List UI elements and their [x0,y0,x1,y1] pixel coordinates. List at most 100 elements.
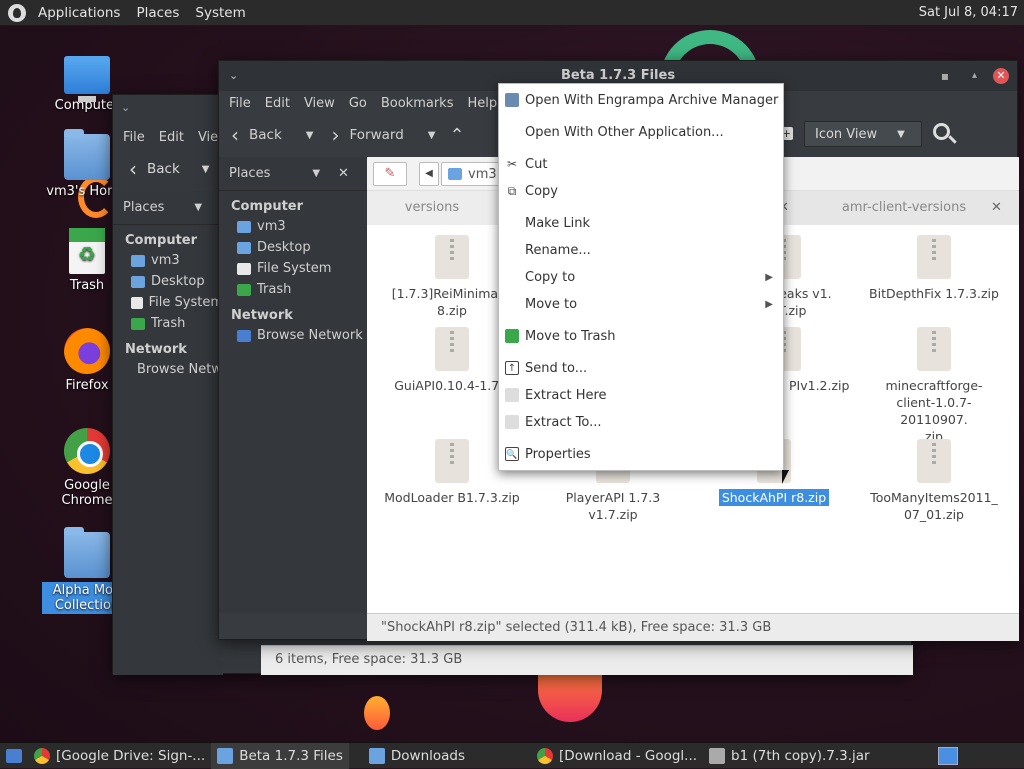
path-crumb-label: vm3 [468,166,497,182]
menu-item-extract-to[interactable]: Extract To... [499,410,783,434]
tab-close-icon[interactable]: ✕ [991,191,1002,225]
clock[interactable]: Sat Jul 8, 04:17 [919,5,1018,20]
file-name: ShockAhPI r8.zip [718,489,830,506]
sidebar-item-desktop[interactable]: Desktop [219,237,367,258]
taskbar-item-jar[interactable]: b1 (7th copy).7.3.jar [703,743,876,769]
places-selector[interactable]: Places ▼ ✕ [219,157,367,191]
menu-item-move-to[interactable]: Move to ▶ [499,292,783,316]
back-menubar: File Edit View [113,125,229,149]
view-mode-select[interactable]: Icon View ▼ [804,121,922,147]
taskbar-item-download-google[interactable]: [Download - Googl... [531,743,703,769]
menu-file[interactable]: File [123,130,145,145]
menu-edit[interactable]: Edit [159,130,184,145]
path-crumb-vm3[interactable]: vm3 [441,162,501,186]
tab-versions[interactable]: versions [367,191,497,225]
menu-item-move-to-trash[interactable]: Move to Trash [499,324,783,348]
taskbar-item-google-drive[interactable]: [Google Drive: Sign-... [28,743,211,769]
menu-view[interactable]: View [304,96,335,111]
menu-edit[interactable]: Edit [265,96,290,111]
forward-button[interactable]: › Forward ▼ [331,123,435,147]
workspace-switcher[interactable] [938,747,958,765]
file-item[interactable]: BitDepthFix 1.7.3.zip [864,235,1004,302]
back-label: Back [249,127,282,143]
maximize-icon[interactable]: ▴ [972,61,977,91]
close-icon[interactable]: ✕ [993,68,1009,84]
search-icon[interactable] [933,123,957,145]
network-icon [237,329,251,342]
home-folder-icon [64,129,110,180]
file-item[interactable]: minecraftforge- client-1.0.7-20110907. z… [864,327,1004,445]
forward-arrow-icon: › [331,123,340,147]
tab-amr-client-versions[interactable]: amr-client-versions [789,191,1019,225]
menu-item-cut[interactable]: ✂ Cut [499,152,783,176]
zip-file-icon [917,327,951,371]
menu-item-extract-here[interactable]: Extract Here [499,383,783,407]
properties-icon: 🔍 [505,447,519,461]
places-selector[interactable]: Places ▼ [113,191,223,225]
applications-menu[interactable]: Applications [38,5,120,21]
taskbar-item-beta-files[interactable]: Beta 1.7.3 Files [211,742,349,769]
show-desktop-button[interactable] [0,743,28,769]
menu-item-properties[interactable]: 🔍 Properties [499,442,783,466]
sidebar-item-file-system[interactable]: File System [219,258,367,279]
taskbar-item-label: Downloads [390,747,466,764]
up-arrow-icon[interactable]: ⌃ [449,125,464,146]
menu-item-copy[interactable]: ⧉ Copy [499,179,783,203]
back-button[interactable]: ‹ Back ▼ [129,157,209,181]
sidebar-item-browse-network[interactable]: Browse Network [113,359,243,380]
gnome-foot-icon[interactable] [8,3,26,22]
send-icon: ↑ [505,361,519,375]
places-label: Places [229,166,271,181]
back-button[interactable]: ‹ Back ▼ [231,123,313,147]
taskbar-item-downloads[interactable]: Downloads [363,743,471,769]
path-left-button[interactable]: ◀ [419,162,439,186]
menu-item-open-with-other[interactable]: Open With Other Application... [499,120,783,144]
sidebar-item-file-system[interactable]: File System [113,292,223,313]
folder-icon [217,747,234,764]
taskbar-item-label: [Google Drive: Sign-... [56,747,206,764]
sidebar-item-desktop[interactable]: Desktop [113,271,223,292]
places-label: Places [123,200,165,215]
menu-item-label: Open With Engrampa Archive Manager [525,92,779,108]
sidebar-item-vm3[interactable]: vm3 [113,250,223,271]
sidebar-section-computer: Computer [231,199,304,214]
taskbar: [Google Drive: Sign-... Beta 1.7.3 Files… [0,742,1024,769]
view-mode-label: Icon View [815,126,878,142]
folder-icon [131,275,145,288]
menu-go[interactable]: Go [349,96,367,111]
minimize-icon[interactable]: ▪ [941,61,949,91]
menu-file[interactable]: File [229,96,251,111]
menu-help[interactable]: Help [467,96,497,111]
sidebar-item-trash[interactable]: Trash [219,279,367,300]
tab-label: versions [404,200,460,215]
system-menu[interactable]: System [195,5,245,21]
home-folder-icon [131,254,145,267]
sidebar-item-vm3[interactable]: vm3 [219,216,367,237]
sidebar-item-browse-network[interactable]: Browse Network [219,325,367,346]
menu-bookmarks[interactable]: Bookmarks [381,96,454,111]
main-sidebar: Places ▼ ✕ Computer vm3 Desktop File Sys… [219,157,367,613]
chrome-icon [64,428,110,474]
sidebar-item-label: Desktop [151,274,205,289]
sidebar-item-trash[interactable]: Trash [113,313,223,334]
edit-location-button[interactable]: ✎ [373,162,407,186]
menu-item-open-with-engrampa[interactable]: Open With Engrampa Archive Manager [499,88,783,112]
file-item[interactable]: TooManyItems2011_ 07_01.zip [864,439,1004,523]
trash-icon [237,283,251,296]
sidebar-item-label: File System [148,295,223,310]
computer-icon [64,56,110,102]
menu-item-copy-to[interactable]: Copy to ▶ [499,265,783,289]
window-menu-button[interactable]: ⌄ [229,61,238,91]
menu-item-rename[interactable]: Rename... [499,238,783,262]
close-sidebar-icon[interactable]: ✕ [338,166,349,181]
file-name: ModLoader B1.7.3.zip [384,490,520,505]
menu-item-make-link[interactable]: Make Link [499,211,783,235]
archive-manager-icon [505,93,519,107]
menu-item-send-to[interactable]: ↑ Send to... [499,356,783,380]
taskbar-item-label: b1 (7th copy).7.3.jar [731,747,870,764]
places-menu[interactable]: Places [136,5,179,21]
sidebar-section-network: Network [125,342,187,357]
window-menu-button[interactable]: ⌄ [121,101,130,114]
zip-file-icon [435,235,469,279]
chevron-down-icon: ▼ [427,129,436,141]
